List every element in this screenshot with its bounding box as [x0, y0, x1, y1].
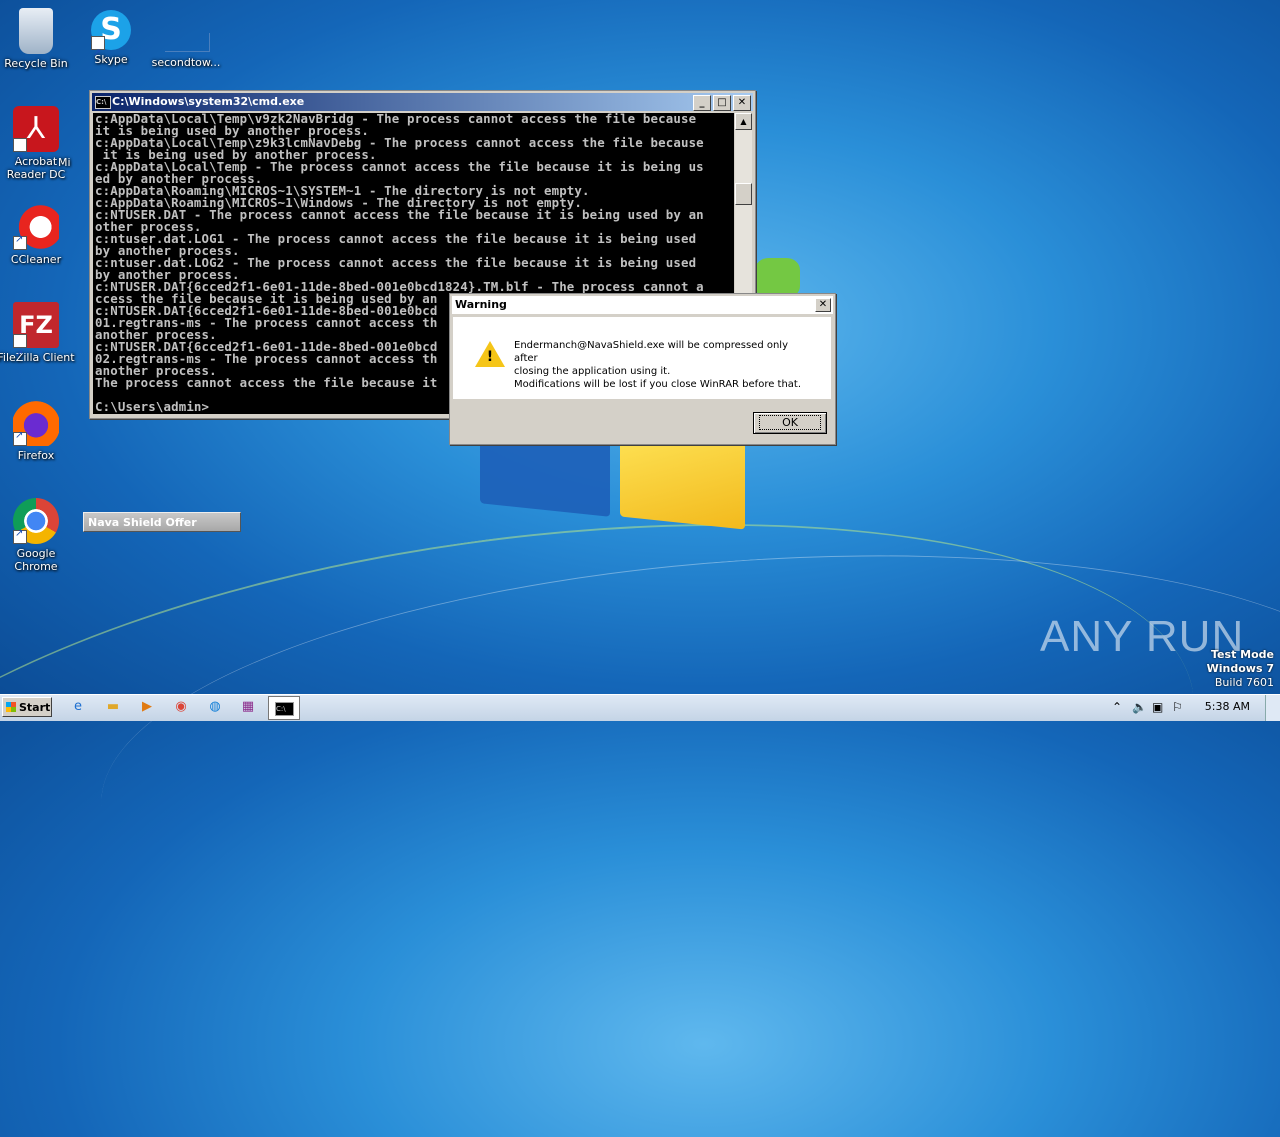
dialog-body: ! Endermanch@NavaShield.exe will be comp… — [453, 317, 831, 399]
desktop-icon-recycle-bin[interactable]: Recycle Bin — [0, 8, 76, 70]
ccleaner-icon — [13, 204, 59, 250]
desktop-icon-secondtow[interactable]: secondtow... — [146, 56, 226, 69]
ok-button[interactable]: OK — [753, 412, 827, 434]
cmd-title-bar[interactable]: C:\ C:\Windows\system32\cmd.exe _ □ ✕ — [92, 93, 753, 111]
cmd-icon: C:\ — [95, 96, 111, 109]
media-player-icon[interactable]: ▶ — [137, 698, 157, 716]
chrome-taskbar-icon[interactable]: ◉ — [171, 698, 191, 716]
desktop-icon-filezilla[interactable]: FZ FileZilla Client — [0, 302, 76, 378]
cmd-taskbar-icon: C:\ — [275, 702, 294, 716]
warning-dialog[interactable]: Warning ✕ ! Endermanch@NavaShield.exe wi… — [449, 293, 836, 445]
start-button[interactable]: Start — [2, 697, 52, 717]
chrome-icon — [13, 498, 59, 544]
close-button[interactable]: ✕ — [733, 95, 751, 111]
cmd-taskbar-button[interactable]: C:\ — [268, 696, 300, 720]
file-icon — [165, 33, 210, 52]
volume-icon[interactable]: 🔈 — [1132, 700, 1147, 714]
desktop-icon-firefox[interactable]: Firefox — [0, 400, 76, 462]
minimize-button[interactable]: _ — [693, 95, 711, 111]
cmd-title: C:\Windows\system32\cmd.exe — [112, 95, 305, 108]
filezilla-icon: FZ — [13, 302, 59, 378]
desktop-icon-skype[interactable]: S Skype — [71, 10, 151, 74]
dialog-message: Endermanch@NavaShield.exe will be compre… — [514, 340, 802, 390]
desktop-icon-acrobat[interactable]: ⅄ Acrobat Reader DC — [0, 106, 76, 182]
desktop-icon-partial[interactable]: Mi — [58, 156, 88, 169]
maximize-button[interactable]: □ — [713, 95, 731, 111]
desktop-icon-ccleaner[interactable]: CCleaner — [0, 204, 76, 266]
dialog-title-bar[interactable]: Warning ✕ — [452, 296, 833, 314]
warning-icon-mark: ! — [486, 349, 494, 365]
acrobat-icon: ⅄ — [13, 106, 59, 182]
winrar-icon[interactable]: ▦ — [238, 698, 258, 716]
scroll-up-icon[interactable]: ▲ — [735, 113, 752, 130]
explorer-icon[interactable]: ▬ — [103, 698, 123, 716]
windows-logo-green — [755, 258, 800, 298]
show-desktop-button[interactable] — [1265, 695, 1280, 721]
system-tray: ⌃ 🔈 ▣ ⚐ 5:38 AM — [1104, 695, 1280, 721]
show-hidden-icons-icon[interactable]: ⌃ — [1112, 700, 1122, 714]
network-icon[interactable]: ▣ — [1152, 700, 1163, 714]
recycle-bin-icon — [19, 8, 53, 54]
edge-icon[interactable]: ◍ — [205, 698, 225, 716]
test-mode-label: Test Mode Windows 7 Build 7601 — [1206, 648, 1274, 689]
clock[interactable]: 5:38 AM — [1205, 700, 1250, 713]
ie-icon[interactable]: e — [68, 698, 88, 716]
dialog-title: Warning — [455, 298, 507, 311]
nava-shield-offer-button[interactable]: Nava Shield Offer — [83, 512, 241, 532]
desktop-icon-chrome[interactable]: Google Chrome — [0, 498, 76, 573]
taskbar: Start e ▬ ▶ ◉ ◍ ▦ C:\ ⌃ 🔈 ▣ ⚐ 5:38 AM — [0, 694, 1280, 721]
flag-icon[interactable]: ⚐ — [1172, 700, 1183, 714]
dialog-close-button[interactable]: ✕ — [815, 298, 831, 312]
firefox-icon — [13, 400, 59, 446]
skype-icon: S — [91, 10, 131, 74]
scroll-thumb[interactable] — [735, 183, 752, 205]
